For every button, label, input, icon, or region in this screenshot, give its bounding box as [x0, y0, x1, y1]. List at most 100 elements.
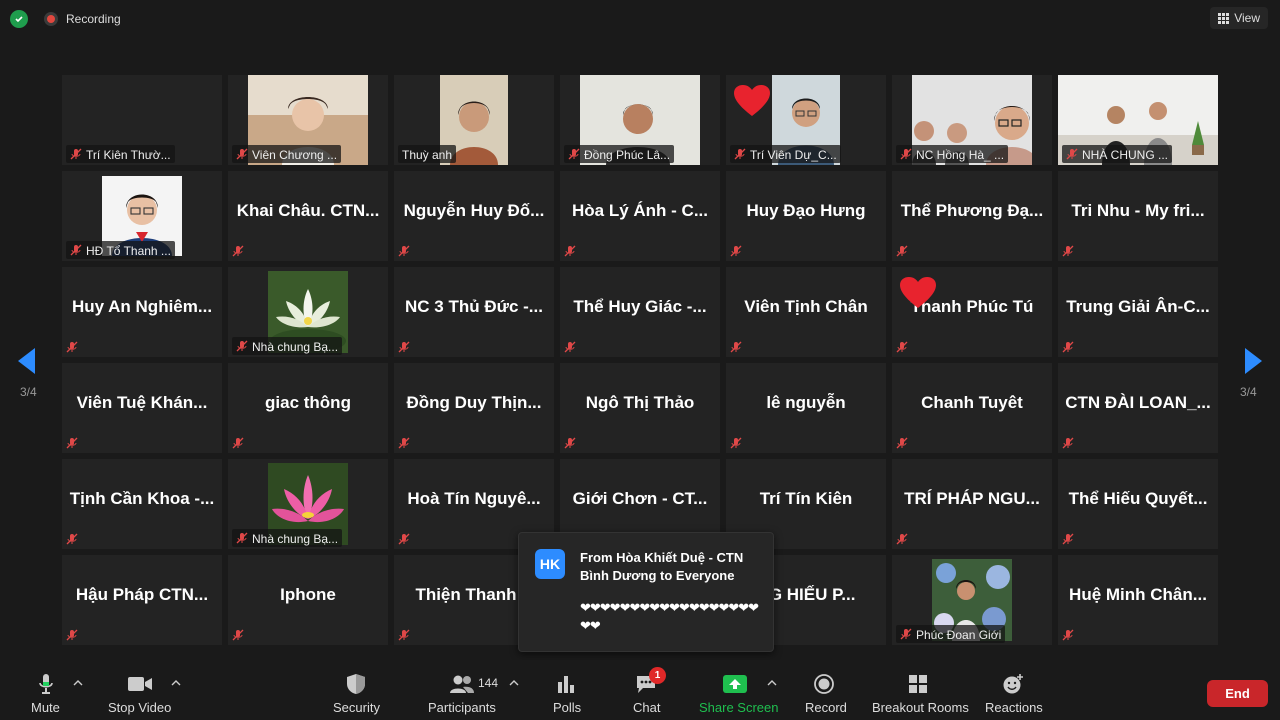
participant-name: Phúc Đoan Giới: [916, 628, 1002, 642]
participant-tile[interactable]: Viên Chương ...: [228, 75, 388, 165]
participant-tile[interactable]: Viên Tịnh Chân: [726, 267, 886, 357]
participant-name-label: Đồng Phúc Lâ...: [564, 145, 675, 163]
reactions-button[interactable]: Reactions: [984, 660, 1043, 720]
participant-tile[interactable]: Nhà chung Bạ...: [228, 267, 388, 357]
participant-name: Thể Huy Giác -...: [573, 297, 707, 316]
participant-tile[interactable]: lê nguyễn: [726, 363, 886, 453]
participant-name: Nhà chung Bạ...: [252, 340, 339, 354]
breakout-rooms-icon: [907, 672, 929, 696]
security-button[interactable]: Security: [326, 660, 386, 720]
chat-label: Chat: [633, 700, 661, 715]
participant-tile[interactable]: Huy An Nghiêm...: [62, 267, 222, 357]
view-button[interactable]: View: [1210, 7, 1268, 29]
participant-name: Huệ Minh Chân...: [1069, 585, 1207, 604]
participant-tile[interactable]: Phúc Đoan Giới: [892, 555, 1052, 645]
muted-mic-icon: [236, 148, 248, 163]
participants-button[interactable]: 144 Participants: [424, 660, 504, 720]
polls-button[interactable]: Polls: [546, 660, 586, 720]
participant-tile[interactable]: NC 3 Thủ Đức -...: [394, 267, 554, 357]
previous-page-arrow-icon[interactable]: [18, 348, 36, 374]
participant-tile[interactable]: Khai Châu. CTN...: [228, 171, 388, 261]
participant-tile[interactable]: Đồng Duy Thịn...: [394, 363, 554, 453]
participant-name: Trí Tín Kiên: [759, 489, 853, 508]
participant-tile[interactable]: HĐ Tổ Thanh ...: [62, 171, 222, 261]
muted-mic-icon: [66, 532, 80, 546]
muted-mic-icon: [1062, 532, 1076, 546]
participant-tile[interactable]: Hòa Lý Ánh - C...: [560, 171, 720, 261]
participant-tile[interactable]: Nguyễn Huy Đố...: [394, 171, 554, 261]
muted-mic-icon: [1062, 628, 1076, 642]
end-meeting-button[interactable]: End: [1207, 680, 1268, 707]
participant-name: Hoà Tín Nguyê...: [407, 489, 541, 508]
participant-name: Giới Chơn - CT...: [572, 489, 708, 508]
muted-mic-icon: [398, 244, 412, 258]
polls-label: Polls: [553, 700, 582, 715]
breakout-rooms-button[interactable]: Breakout Rooms: [870, 660, 969, 720]
participant-tile[interactable]: Ngô Thị Thảo: [560, 363, 720, 453]
participant-tile[interactable]: Nhà chung Bạ...: [228, 459, 388, 549]
participant-tile[interactable]: Huy Đạo Hưng: [726, 171, 886, 261]
participant-tile[interactable]: CTN ĐÀI LOAN_...: [1058, 363, 1218, 453]
recording-icon: [44, 12, 58, 26]
participant-tile[interactable]: Viên Tuệ Khán...: [62, 363, 222, 453]
participant-tile[interactable]: Thể Huy Giác -...: [560, 267, 720, 357]
participant-name: Huy An Nghiêm...: [71, 297, 213, 316]
participant-name: Hậu Pháp CTN...: [75, 585, 209, 604]
muted-mic-icon: [232, 244, 246, 258]
participant-tile[interactable]: Tịnh Cần Khoa -...: [62, 459, 222, 549]
participant-name-label: NC Hồng Hà_ ...: [896, 145, 1009, 163]
muted-mic-icon: [900, 148, 912, 163]
participant-tile[interactable]: Chanh Tuyêt: [892, 363, 1052, 453]
participant-tile[interactable]: Huệ Minh Chân...: [1058, 555, 1218, 645]
participant-tile[interactable]: TRÍ PHÁP NGU...: [892, 459, 1052, 549]
participant-tile[interactable]: Thể Hiếu Quyết...: [1058, 459, 1218, 549]
muted-mic-icon: [896, 532, 910, 546]
participant-tile[interactable]: Hậu Pháp CTN...: [62, 555, 222, 645]
participant-tile[interactable]: Đồng Phúc Lâ...: [560, 75, 720, 165]
participant-tile[interactable]: Thể Phương Đạ...: [892, 171, 1052, 261]
participants-count: 144: [478, 676, 499, 690]
encryption-shield-icon[interactable]: [10, 10, 28, 28]
chat-button[interactable]: 1 Chat: [626, 660, 666, 720]
participant-name-label: Trí Kiên Thườ...: [66, 145, 175, 163]
participant-tile[interactable]: Thuỳ anh: [394, 75, 554, 165]
video-options-caret-icon[interactable]: [170, 677, 182, 689]
audio-options-caret-icon[interactable]: [72, 677, 84, 689]
participant-tile[interactable]: Tri Nhu - My fri...: [1058, 171, 1218, 261]
record-button[interactable]: Record: [800, 660, 848, 720]
participant-name-label: Nhà chung Bạ...: [232, 529, 343, 547]
muted-mic-icon: [730, 436, 744, 450]
record-icon: [813, 672, 835, 696]
muted-mic-icon: [1066, 148, 1078, 163]
participant-name: Tịnh Cần Khoa -...: [69, 489, 215, 508]
record-label: Record: [805, 700, 847, 715]
share-screen-label: Share Screen: [699, 700, 779, 715]
next-page-arrow-icon[interactable]: [1244, 348, 1262, 374]
participant-name: Thuỳ anh: [402, 148, 453, 162]
muted-mic-icon: [900, 628, 912, 643]
muted-mic-icon: [236, 340, 248, 355]
participant-name: Trí Viên Dự_C...: [750, 148, 837, 162]
grid-view-icon: [1218, 12, 1230, 24]
participant-name-label: Nhà chung Bạ...: [232, 337, 343, 355]
participants-icon: [448, 672, 476, 696]
participant-tile[interactable]: Trung Giải Ân-C...: [1058, 267, 1218, 357]
participant-tile[interactable]: NC Hồng Hà_ ...: [892, 75, 1052, 165]
participant-name: CTN ĐÀI LOAN_...: [1065, 393, 1211, 412]
share-options-caret-icon[interactable]: [766, 677, 778, 689]
muted-mic-icon: [1062, 340, 1076, 354]
chat-message-text: ❤❤❤❤❤❤❤❤❤❤❤❤❤❤❤❤❤❤❤❤: [580, 600, 759, 633]
share-screen-button[interactable]: Share Screen: [696, 660, 779, 720]
participant-tile[interactable]: Iphone: [228, 555, 388, 645]
mute-button[interactable]: Mute: [22, 660, 70, 720]
participant-name: Đồng Phúc Lâ...: [584, 148, 671, 162]
participant-name: HĐ Tổ Thanh ...: [86, 244, 171, 258]
recording-label: Recording: [66, 12, 121, 26]
chat-sender-line: From Hòa Khiết Duệ - CTN Bình Dương to E…: [580, 550, 744, 583]
participant-tile[interactable]: giac thông: [228, 363, 388, 453]
participant-tile[interactable]: NHÀ CHUNG ...: [1058, 75, 1218, 165]
participant-tile[interactable]: Trí Kiên Thườ...: [62, 75, 222, 165]
chat-notification-popup[interactable]: HK From Hòa Khiết Duệ - CTN Bình Dương t…: [518, 532, 774, 652]
participants-options-caret-icon[interactable]: [508, 677, 520, 689]
stop-video-button[interactable]: Stop Video: [100, 660, 180, 720]
